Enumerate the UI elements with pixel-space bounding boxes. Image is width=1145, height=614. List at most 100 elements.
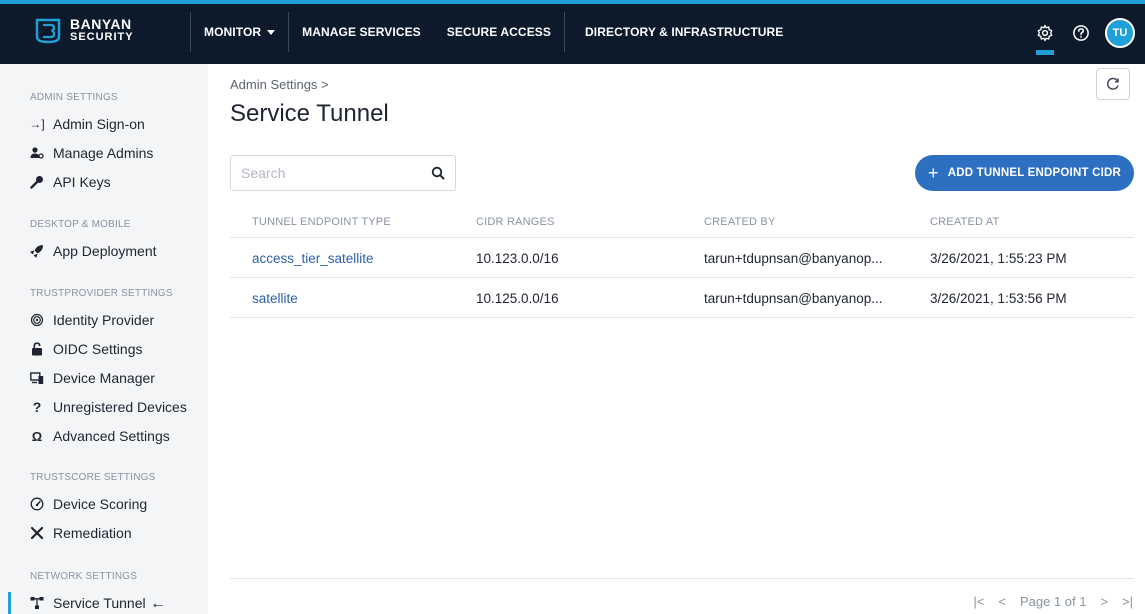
column-header-created-by[interactable]: CREATED BY	[704, 216, 775, 228]
question-icon: ?	[32, 399, 42, 415]
sidebar-item-app-deployment[interactable]: App Deployment	[30, 240, 208, 262]
sidebar-item-label: Remediation	[53, 525, 132, 541]
add-tunnel-endpoint-cidr-button[interactable]: + ADD TUNNEL ENDPOINT CIDR	[915, 155, 1134, 191]
sidebar-item-label: Device Manager	[53, 370, 155, 386]
section-desktop-mobile: DESKTOP & MOBILE	[30, 219, 131, 230]
cell-created-at: 3/26/2021, 1:55:23 PM	[930, 251, 1067, 266]
column-header-cidr[interactable]: CIDR RANGES	[476, 216, 555, 228]
cell-endpoint-type[interactable]: satellite	[252, 291, 298, 306]
sidebar-item-device-scoring[interactable]: Device Scoring	[30, 493, 208, 515]
sidebar-item-label: Advanced Settings	[53, 428, 170, 444]
table-footer-divider	[230, 578, 1134, 579]
refresh-icon	[1107, 77, 1119, 90]
collapse-sidebar-icon[interactable]: ←	[150, 595, 166, 613]
sidebar-item-label: OIDC Settings	[53, 341, 143, 357]
first-page-button[interactable]: |<	[973, 594, 984, 609]
sidebar-item-label: API Keys	[53, 174, 111, 190]
search-icon[interactable]	[431, 166, 445, 180]
nav-directory-label: DIRECTORY & INFRASTRUCTURE	[585, 25, 784, 39]
column-header-type[interactable]: TUNNEL ENDPOINT TYPE	[252, 216, 391, 228]
settings-button[interactable]	[1033, 21, 1057, 45]
section-admin-settings: ADMIN SETTINGS	[30, 92, 118, 103]
refresh-button[interactable]	[1096, 68, 1130, 100]
top-right-actions: TU	[1033, 18, 1135, 48]
section-trustscore-settings: TRUSTSCORE SETTINGS	[30, 472, 156, 483]
table-row[interactable]: satellite 10.125.0.0/16 tarun+tdupnsan@b…	[230, 278, 1134, 318]
sidebar-item-unregistered-devices[interactable]: ? Unregistered Devices	[30, 396, 208, 418]
sidebar-item-label: Service Tunnel	[53, 595, 146, 611]
sidebar-item-label: Device Scoring	[53, 496, 148, 512]
lock-icon	[30, 342, 44, 356]
devices-icon	[30, 371, 44, 385]
column-header-created-at[interactable]: CREATED AT	[930, 216, 999, 228]
nav-secure-access[interactable]: SECURE ACCESS	[434, 12, 564, 52]
main-content: Admin Settings > Service Tunnel + ADD TU…	[208, 64, 1145, 614]
sidebar-item-label: Identity Provider	[53, 312, 155, 328]
sidebar-item-api-keys[interactable]: API Keys	[30, 171, 208, 193]
tunnel-endpoints-table: TUNNEL ENDPOINT TYPE CIDR RANGES CREATED…	[230, 204, 1134, 318]
help-icon	[1073, 25, 1089, 41]
sidebar-item-admin-sign-on[interactable]: →] Admin Sign-on	[29, 113, 208, 135]
breadcrumb[interactable]: Admin Settings >	[230, 77, 329, 92]
table-header: TUNNEL ENDPOINT TYPE CIDR RANGES CREATED…	[230, 204, 1134, 238]
last-page-button[interactable]: >|	[1122, 594, 1133, 609]
cell-created-by: tarun+tdupnsan@banyanop...	[704, 291, 883, 306]
pagination: |< < Page 1 of 1 > >|	[973, 594, 1133, 609]
sidebar-item-service-tunnel[interactable]: Service Tunnel ←	[0, 592, 208, 614]
search-box	[230, 155, 456, 191]
help-button[interactable]	[1069, 21, 1093, 45]
brand-line-1: BANYAN	[70, 16, 132, 32]
active-indicator	[8, 592, 11, 614]
page-title: Service Tunnel	[230, 100, 389, 127]
sidebar-item-oidc-settings[interactable]: OIDC Settings	[30, 338, 208, 360]
key-icon	[30, 175, 44, 189]
omega-icon: Ω	[31, 428, 43, 444]
sidebar-item-device-manager[interactable]: Device Manager	[30, 367, 208, 389]
gauge-icon	[30, 497, 44, 511]
user-avatar[interactable]: TU	[1105, 18, 1135, 48]
page-indicator: Page 1 of 1	[1019, 594, 1087, 609]
banyan-logo-icon	[35, 18, 61, 44]
sidebar-item-remediation[interactable]: Remediation	[30, 522, 208, 544]
next-page-button[interactable]: >	[1100, 594, 1108, 609]
sidebar-item-label: Admin Sign-on	[53, 116, 145, 132]
nav-secure-access-label: SECURE ACCESS	[446, 25, 552, 39]
settings-active-indicator	[1036, 50, 1054, 55]
cell-cidr: 10.125.0.0/16	[476, 291, 559, 306]
nav-directory-infrastructure[interactable]: DIRECTORY & INFRASTRUCTURE	[564, 12, 796, 52]
sidebar-item-label: App Deployment	[53, 243, 157, 259]
search-input[interactable]	[241, 165, 431, 181]
main-nav: MONITOR MANAGE SERVICES SECURE ACCESS DI…	[190, 12, 796, 52]
chevron-down-icon	[267, 29, 276, 35]
cell-cidr: 10.123.0.0/16	[476, 251, 559, 266]
prev-page-button[interactable]: <	[998, 594, 1006, 609]
cell-created-by: tarun+tdupnsan@banyanop...	[704, 251, 883, 266]
sidebar-item-advanced-settings[interactable]: Ω Advanced Settings	[30, 425, 208, 447]
table-row[interactable]: access_tier_satellite 10.123.0.0/16 taru…	[230, 238, 1134, 278]
gear-icon	[1037, 24, 1053, 42]
tools-icon	[30, 526, 44, 540]
nav-manage-services-label: MANAGE SERVICES	[302, 25, 421, 39]
cell-created-at: 3/26/2021, 1:53:56 PM	[930, 291, 1067, 306]
rocket-icon	[30, 244, 44, 258]
admins-icon	[30, 146, 44, 160]
sidebar-item-label: Unregistered Devices	[53, 399, 187, 415]
settings-sidebar: ADMIN SETTINGS →] Admin Sign-on Manage A…	[0, 64, 208, 614]
plus-icon: +	[928, 163, 939, 183]
nav-monitor[interactable]: MONITOR	[190, 12, 288, 52]
nav-manage-services[interactable]: MANAGE SERVICES	[288, 12, 434, 52]
sidebar-item-manage-admins[interactable]: Manage Admins	[30, 142, 208, 164]
network-icon	[30, 596, 44, 610]
fingerprint-icon	[30, 313, 44, 327]
sidebar-item-identity-provider[interactable]: Identity Provider	[30, 309, 208, 331]
sidebar-item-label: Manage Admins	[53, 145, 154, 161]
top-navigation-bar: BANYAN SECURITY MONITOR MANAGE SERVICES …	[0, 0, 1145, 64]
brand-logo[interactable]: BANYAN SECURITY	[34, 16, 134, 46]
sign-in-icon: →]	[29, 117, 45, 131]
cell-endpoint-type[interactable]: access_tier_satellite	[252, 251, 374, 266]
brand-line-2: SECURITY	[70, 31, 134, 43]
section-network-settings: NETWORK SETTINGS	[30, 571, 138, 582]
brand-text: BANYAN SECURITY	[70, 16, 134, 44]
section-trustprovider-settings: TRUSTPROVIDER SETTINGS	[30, 288, 173, 299]
add-button-label: ADD TUNNEL ENDPOINT CIDR	[947, 167, 1121, 179]
